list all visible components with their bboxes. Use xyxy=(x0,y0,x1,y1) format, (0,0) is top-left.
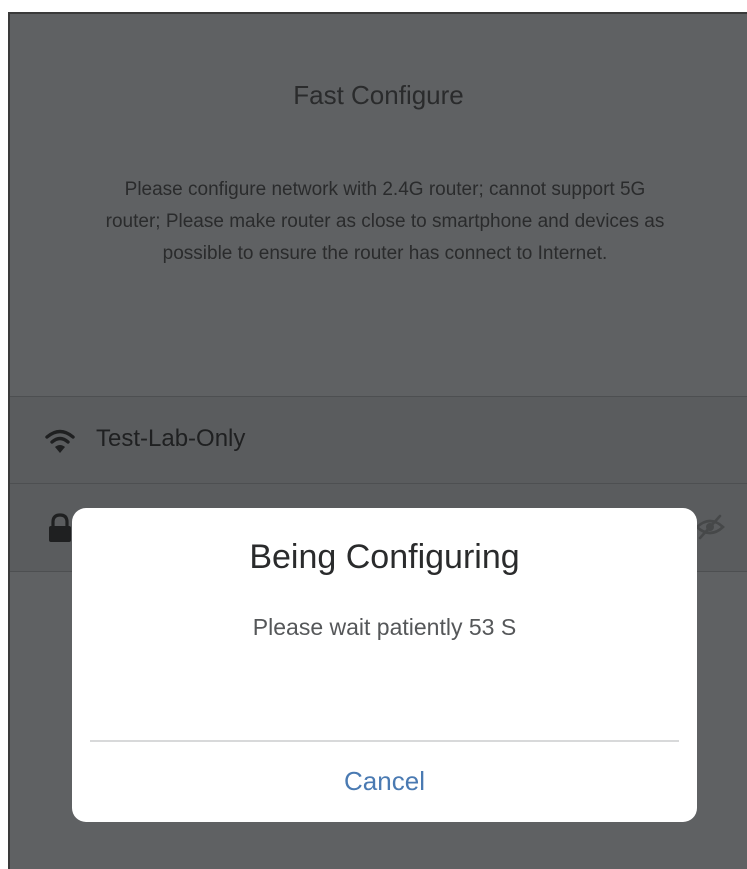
wifi-ssid-row[interactable]: Test-Lab-Only xyxy=(10,396,747,484)
screenshot-frame: Fast Configure Please configure network … xyxy=(0,0,747,869)
wifi-ssid-label: Test-Lab-Only xyxy=(96,425,246,452)
dialog-divider xyxy=(90,740,679,742)
dialog-title: Being Configuring xyxy=(249,538,520,576)
configuring-dialog: Being Configuring Please wait patiently … xyxy=(72,508,697,822)
cancel-button[interactable]: Cancel xyxy=(72,744,697,818)
eye-icon[interactable] xyxy=(695,514,725,540)
page-description: Please configure network with 2.4G route… xyxy=(105,179,665,264)
page-title: Fast Configure xyxy=(293,80,464,110)
dialog-message: Please wait patiently 53 S xyxy=(252,614,517,640)
wifi-icon xyxy=(44,425,76,457)
